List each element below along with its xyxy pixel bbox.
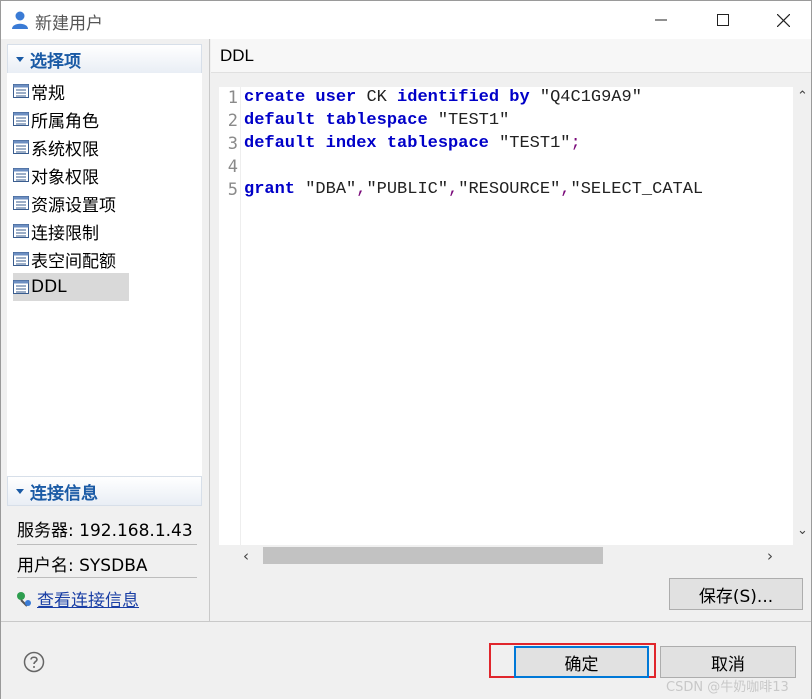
section-connection-info-title: 连接信息 [30,483,98,504]
server-info: 服务器: 192.168.1.43 [17,521,193,541]
nav-item-tablespace-quota[interactable]: 表空间配额 [13,245,122,273]
collapse-triangle-icon [16,56,24,62]
nav-item-label: 所属角色 [31,111,99,132]
line-number: 1 [227,88,238,108]
right-panel: DDL 1 2 3 4 5 create user CK identified … [211,39,811,621]
line-number: 5 [227,180,238,200]
section-select-items[interactable]: 选择项 [7,44,202,74]
nav-item-label: DDL [31,277,67,297]
list-page-icon [13,196,29,210]
user-info: 用户名: SYSDBA [17,556,148,576]
nav-item-general[interactable]: 常规 [13,77,71,105]
list-page-icon [13,84,29,98]
nav-item-label: 连接限制 [31,223,99,244]
nav-item-label: 资源设置项 [31,195,116,216]
keyword: identified [397,88,500,107]
nav-item-object-privileges[interactable]: 对象权限 [13,161,105,189]
code-line-3: default index tablespace "TEST1"; [244,134,794,153]
scroll-right-icon[interactable]: › [767,547,773,565]
string-literal: "PUBLIC" [366,180,449,199]
keyword: create [244,88,306,107]
nav-item-roles[interactable]: 所属角色 [13,105,105,133]
string-literal: "TEST1" [437,111,510,130]
keyword: user [315,88,357,107]
keyword: tablespace [386,134,489,153]
vertical-scrollbar[interactable]: ⌃ ⌄ [793,87,811,545]
string-literal: "RESOURCE" [458,180,561,199]
nav-item-label: 常规 [31,83,65,104]
connection-info-box: 服务器: 192.168.1.43 用户名: SYSDBA 查看连接信息 [7,506,202,619]
nav-item-resource-settings[interactable]: 资源设置项 [13,189,122,217]
line-number: 2 [227,111,238,131]
close-button[interactable] [753,1,812,39]
comma: , [356,180,367,199]
string-literal: "SELECT_CATAL [570,180,704,199]
user-icon [12,11,28,29]
line-number: 4 [227,157,238,177]
comma: , [560,180,571,199]
nav-item-system-privileges[interactable]: 系统权限 [13,133,105,161]
keyword: grant [244,180,296,199]
ok-button[interactable]: 确定 [514,646,649,678]
code-line-2: default tablespace "TEST1" [244,111,794,130]
scroll-left-icon[interactable]: ‹ [243,547,249,565]
help-icon[interactable] [23,651,45,673]
comma: , [448,180,459,199]
string-literal: "Q4C1G9A9" [539,88,642,107]
horizontal-scroll-thumb[interactable] [263,547,603,564]
nav-item-label: 表空间配额 [31,251,116,272]
line-number: 3 [227,134,238,154]
keyword: tablespace [325,111,428,130]
identifier: CK [366,88,387,107]
save-button[interactable]: 保存(S)... [669,578,803,610]
cancel-button[interactable]: 取消 [660,646,796,678]
scroll-down-icon[interactable]: ⌄ [797,523,808,538]
section-select-items-title: 选择项 [30,51,81,72]
code-line-5: grant "DBA","PUBLIC","RESOURCE","SELECT_… [244,180,794,199]
title-bar: 新建用户 [1,1,811,39]
list-page-icon [13,280,29,294]
minimize-icon [655,19,667,21]
keyword: default [244,111,316,130]
maximize-icon [717,14,729,26]
keyword: default [244,134,316,153]
window-title: 新建用户 [35,14,103,34]
string-literal: "TEST1" [499,134,571,153]
keyword: index [325,134,377,153]
nav-item-label: 对象权限 [31,167,99,188]
nav-item-ddl[interactable]: DDL [13,273,129,301]
collapse-triangle-icon [16,488,24,494]
string-literal: "DBA" [305,180,357,199]
nav-item-label: 系统权限 [31,139,99,160]
minimize-button[interactable] [631,1,691,39]
line-number-gutter: 1 2 3 4 5 [219,87,241,545]
scroll-up-icon[interactable]: ⌃ [797,89,808,104]
divider [17,544,197,545]
view-connection-row: 查看连接信息 [17,586,139,611]
left-panel: 选择项 常规 所属角色 系统权限 对象权限 资源设置项 连接限制 表空间配额 D… [1,39,210,621]
list-page-icon [13,252,29,266]
list-page-icon [13,112,29,126]
semicolon: ; [570,134,581,153]
ddl-header: DDL [211,39,811,73]
watermark: CSDN @牛奶咖啡13 [666,680,789,695]
code-line-1: create user CK identified by "Q4C1G9A9" [244,88,794,107]
divider [17,577,197,578]
ddl-editor[interactable]: 1 2 3 4 5 create user CK identified by "… [219,87,793,545]
nav-item-connection-limits[interactable]: 连接限制 [13,217,105,245]
list-page-icon [13,140,29,154]
section-connection-info[interactable]: 连接信息 [7,476,202,506]
close-icon [776,13,790,27]
view-connection-info-link[interactable]: 查看连接信息 [37,586,139,611]
nav-list: 常规 所属角色 系统权限 对象权限 资源设置项 连接限制 表空间配额 DDL [7,73,202,503]
connection-icon [17,591,31,607]
horizontal-scrollbar[interactable]: ‹ › [219,545,793,567]
dialog-window: 新建用户 选择项 常规 所属角色 系统权限 对象权限 资源设置项 连接限制 表空… [0,0,812,699]
bottom-bar: 确定 取消 CSDN @牛奶咖啡13 [1,621,811,699]
list-page-icon [13,224,29,238]
keyword: by [509,88,530,107]
list-page-icon [13,168,29,182]
maximize-button[interactable] [693,1,753,39]
